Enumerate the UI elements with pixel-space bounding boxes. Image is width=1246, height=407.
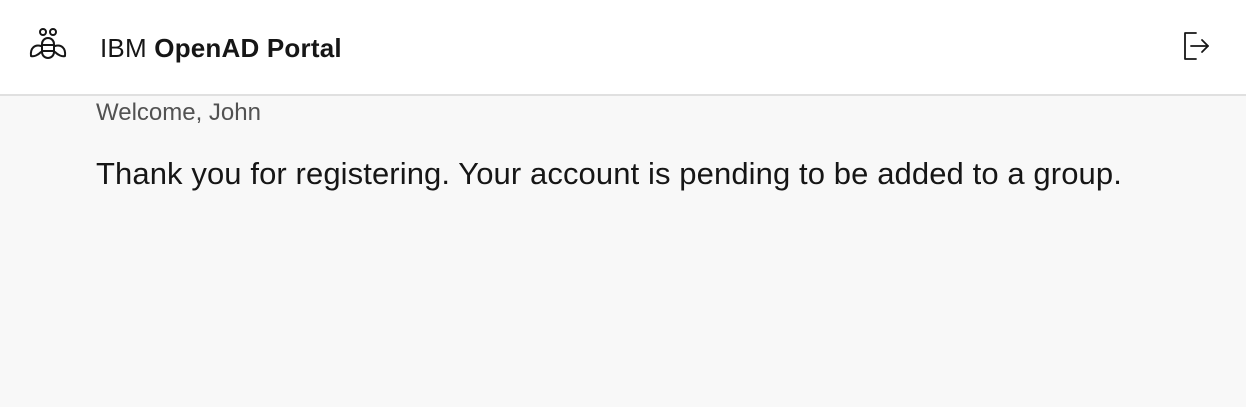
registration-pending-message: Thank you for registering. Your account … (96, 156, 1122, 191)
app-brand-title[interactable]: IBM OpenAD Portal (100, 32, 342, 64)
bee-icon[interactable] (26, 26, 70, 66)
logout-button[interactable] (1174, 26, 1218, 70)
welcome-text: Welcome, John (96, 99, 261, 126)
logout-icon (1182, 30, 1210, 67)
main-content (0, 98, 1246, 407)
brand-name: OpenAD Portal (154, 33, 342, 63)
brand-prefix: IBM (100, 33, 147, 63)
top-nav-header: IBM OpenAD Portal (0, 0, 1246, 96)
